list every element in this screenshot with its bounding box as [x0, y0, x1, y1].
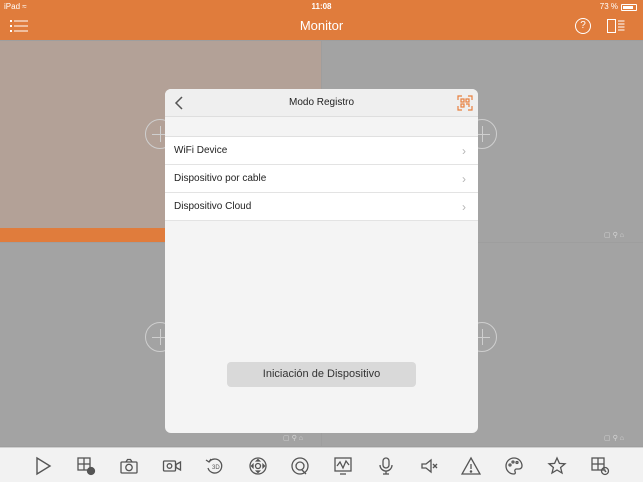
- battery-icon: [621, 3, 637, 11]
- list-item-wifi-device[interactable]: WiFi Device ›: [165, 137, 478, 165]
- help-icon[interactable]: ?: [575, 18, 591, 34]
- top-bar: iPad ≈ 11:08 73 % Monitor ?: [0, 0, 643, 40]
- list-item-label: WiFi Device: [174, 145, 228, 156]
- battery-percent: 73 %: [599, 2, 618, 11]
- qr-scan-icon[interactable]: [457, 95, 473, 111]
- fisheye-icon[interactable]: [290, 456, 310, 476]
- device-type-list: WiFi Device › Dispositivo por cable › Di…: [165, 136, 478, 221]
- svg-text:3D: 3D: [212, 465, 220, 471]
- window-tools-icon[interactable]: ▢⚲⌂: [604, 434, 626, 442]
- window-layout-icon[interactable]: [607, 19, 625, 33]
- play-icon[interactable]: [33, 456, 53, 476]
- dialog-header: Modo Registro: [165, 89, 478, 117]
- camera-icon[interactable]: [119, 456, 139, 476]
- microphone-icon[interactable]: [376, 456, 396, 476]
- register-mode-dialog: Modo Registro WiFi Device › Dispositivo …: [165, 89, 478, 433]
- color-palette-icon[interactable]: [504, 456, 524, 476]
- bottom-toolbar: 3D: [0, 447, 643, 482]
- playback-3d-icon[interactable]: 3D: [205, 456, 225, 476]
- chevron-right-icon: ›: [462, 172, 466, 186]
- speaker-mute-icon[interactable]: [419, 456, 439, 476]
- alarm-warning-icon[interactable]: [460, 456, 482, 476]
- device-initialization-button[interactable]: Iniciación de Dispositivo: [227, 362, 416, 387]
- status-battery: 73 %: [600, 0, 637, 14]
- favorite-star-icon[interactable]: [547, 456, 567, 476]
- list-item-wired-device[interactable]: Dispositivo por cable ›: [165, 165, 478, 193]
- list-item-label: Dispositivo Cloud: [174, 201, 252, 212]
- monitor-chart-icon[interactable]: [333, 456, 353, 476]
- list-item-cloud-device[interactable]: Dispositivo Cloud ›: [165, 193, 478, 221]
- layout-settings-icon[interactable]: [590, 456, 610, 476]
- dialog-title: Modo Registro: [288, 97, 355, 108]
- chevron-right-icon: ›: [462, 144, 466, 158]
- window-tools-icon[interactable]: ▢⚲⌂: [604, 231, 626, 239]
- status-time: 11:08: [311, 2, 332, 11]
- add-window-icon[interactable]: [76, 456, 96, 476]
- ptz-icon[interactable]: [248, 456, 268, 476]
- list-item-label: Dispositivo por cable: [174, 173, 267, 184]
- page-title: Monitor: [299, 18, 344, 33]
- record-video-icon[interactable]: [162, 456, 182, 476]
- chevron-right-icon: ›: [462, 200, 466, 214]
- status-bar: iPad ≈ 11:08 73 %: [0, 0, 643, 14]
- window-tools-icon[interactable]: ▢⚲⌂: [283, 434, 305, 442]
